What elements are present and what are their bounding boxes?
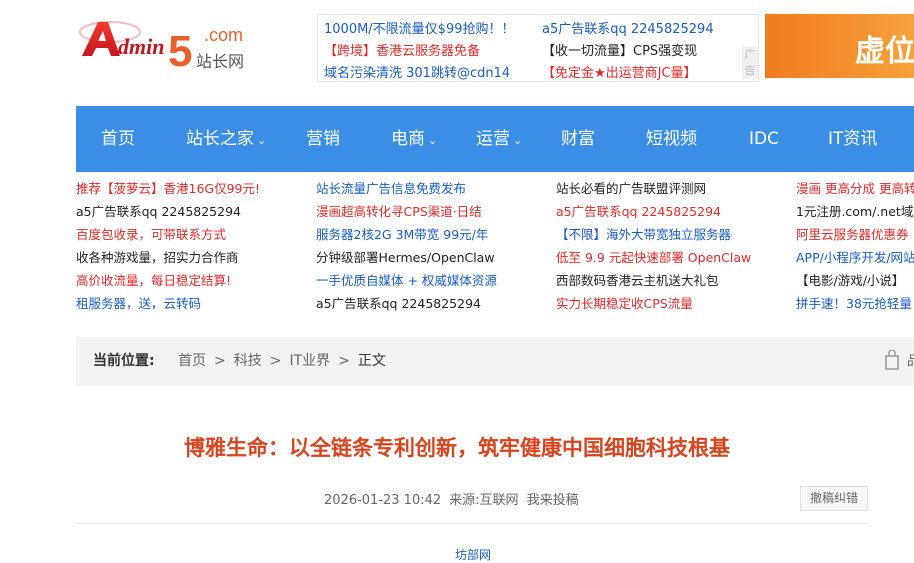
top-text-ads: 广告 1000M/不限流量仅$99抢购！！ a5广告联系qq 2245825294… [317, 14, 759, 82]
nav-item[interactable]: IT资讯 [828, 106, 877, 172]
report-button[interactable]: 撤稿纠错 [800, 486, 868, 511]
ad-link[interactable]: 低至 9.9 元起快速部署 OpenClaw [556, 249, 796, 272]
ad-link[interactable]: 漫画超高转化寻CPS渠道·日结 [316, 203, 556, 226]
banner-text: 虚位 [855, 34, 914, 69]
shopping-bag-icon[interactable] [884, 350, 900, 370]
article-title: 博雅生命：以全链条专利创新，筑牢健康中国细胞科技根基 [184, 436, 730, 460]
ad-link[interactable]: 站长必看的广告联盟评测网 [556, 180, 796, 203]
nav-item-label: 财富 [561, 129, 595, 149]
ad-link[interactable]: 高价收流量，每日稳定结算! [76, 272, 316, 295]
article-date: 2026-01-23 10:42 [324, 493, 442, 508]
ad-link[interactable]: 漫画 更高分成 更高转 [796, 180, 914, 203]
top-ad-link[interactable]: 域名污染清洗 301跳转@cdn14 [324, 62, 510, 81]
article-meta: 2026-01-23 10:42 来源:互联网 我来投稿 [324, 489, 587, 508]
ad-link[interactable]: a5广告联系qq 2245825294 [316, 295, 556, 318]
ad-link[interactable]: 阿里云服务器优惠券 [796, 226, 914, 249]
main-nav: 首页 站长之家 ⌄ 营销 电商 ⌄ 运营 ⌄ 财富 短视频 IDC IT资讯 [76, 106, 914, 172]
chevron-down-icon: ⌄ [428, 134, 438, 147]
link-column: 站长必看的广告联盟评测网 a5广告联系qq 2245825294 【不限】海外大带宽… [556, 180, 796, 318]
nav-item-label: 电商 [391, 129, 425, 149]
breadcrumb-link[interactable]: IT业界 [289, 353, 330, 369]
logo-domain: .com [204, 25, 244, 45]
nav-item[interactable]: 首页 [101, 106, 135, 172]
article-body-partial: 坊部网 [455, 548, 492, 562]
breadcrumb-separator: > [338, 353, 350, 369]
breadcrumb-path: 首页 > 科技 > IT业界 > 正文 [178, 337, 386, 386]
nav-item-label: IDC [749, 129, 779, 149]
breadcrumb-current: 正文 [357, 353, 386, 369]
logo-subtitle: 站长网 [196, 52, 245, 71]
nav-item[interactable]: 电商 ⌄ [391, 106, 437, 172]
nav-item-label: 首页 [101, 129, 135, 149]
svg-text:dmin: dmin [118, 34, 164, 59]
chevron-down-icon: ⌄ [513, 134, 523, 147]
ad-link[interactable]: 西部数码香港云主机送大礼包 [556, 272, 796, 295]
nav-item[interactable]: 站长之家 ⌄ [186, 106, 266, 172]
ad-link[interactable]: 收各种游戏量，招实力合作商 [76, 249, 316, 272]
divider [76, 523, 868, 524]
breadcrumb-separator: > [269, 353, 282, 369]
ad-link[interactable]: 站长流量广告信息免费发布 [316, 180, 556, 203]
ad-link[interactable]: 服务器2核2G 3M带宽 99元/年 [316, 226, 556, 249]
cart-label[interactable]: 品 [907, 337, 914, 386]
nav-item-label: 短视频 [646, 129, 697, 149]
nav-item[interactable]: 短视频 [646, 106, 697, 172]
top-ad-link[interactable]: 【跨境】香港云服务器免备 [324, 40, 480, 59]
article-source: 互联网 [479, 493, 519, 508]
ad-link-grid: 推荐【菠萝云】香港16G仅99元! a5广告联系qq 2245825294 百度包收… [76, 180, 914, 320]
ad-link[interactable]: 一手优质自媒体 + 权威媒体资源 [316, 272, 556, 295]
top-ad-link[interactable]: 【免定金★出运营商JC量】 [542, 62, 697, 81]
link-column: 推荐【菠萝云】香港16G仅99元! a5广告联系qq 2245825294 百度包收… [76, 180, 316, 318]
ad-link[interactable]: a5广告联系qq 2245825294 [76, 203, 316, 226]
ad-link[interactable]: APP/小程序开发/网站 [796, 249, 914, 272]
ad-link[interactable]: 【不限】海外大带宽独立服务器 [556, 226, 796, 249]
right-banner-ad[interactable]: 虚位 [765, 14, 914, 78]
nav-item-label: 营销 [306, 129, 340, 149]
top-ad-link[interactable]: 1000M/不限流量仅$99抢购！！ [324, 18, 515, 37]
nav-item-label: 站长之家 [186, 129, 254, 149]
site-logo[interactable]: dmin 5 .com 站长网 [76, 10, 256, 76]
nav-item-label: IT资讯 [828, 129, 878, 149]
nav-item[interactable]: IDC [749, 106, 779, 172]
ad-link[interactable]: 分钟级部署Hermes/OpenClaw [316, 249, 556, 272]
nav-item-label: 运营 [476, 129, 510, 149]
nav-item[interactable]: 财富 [561, 106, 595, 172]
top-ad-link[interactable]: 【收一切流量】CPS强变现 [542, 40, 697, 59]
nav-item[interactable]: 运营 ⌄ [476, 106, 522, 172]
link-column: 站长流量广告信息免费发布 漫画超高转化寻CPS渠道·日结 服务器2核2G 3M带宽 … [316, 180, 556, 318]
ad-link[interactable]: a5广告联系qq 2245825294 [556, 203, 796, 226]
nav-item[interactable]: 营销 [306, 106, 340, 172]
ad-link[interactable]: 1元注册.com/.net域名 [796, 203, 914, 226]
admin5-logo-icon: dmin 5 [79, 21, 192, 74]
source-label: 来源: [449, 493, 480, 508]
ad-tag: 广告 [742, 47, 758, 79]
breadcrumb-link[interactable]: 首页 [178, 353, 206, 369]
top-ad-link[interactable]: a5广告联系qq 2245825294 [542, 18, 714, 37]
breadcrumb: 当前位置: 首页 > 科技 > IT业界 > 正文 品 [76, 337, 914, 386]
ad-link[interactable]: 拼手速！38元抢轻量 [796, 295, 914, 318]
breadcrumb-link[interactable]: 科技 [234, 353, 262, 369]
ad-link[interactable]: 百度包收录，可带联系方式 [76, 226, 316, 249]
ad-link[interactable]: 【电影/游戏/小说】 [796, 272, 914, 295]
chevron-down-icon: ⌄ [257, 134, 267, 147]
ad-link[interactable]: 推荐【菠萝云】香港16G仅99元! [76, 180, 316, 203]
link-column: 漫画 更高分成 更高转 1元注册.com/.net域名 阿里云服务器优惠券 APP/小… [796, 180, 914, 318]
ad-link[interactable]: 租服务器，送，云转码 [76, 295, 316, 318]
contribute-link[interactable]: 我来投稿 [527, 493, 579, 508]
ad-link[interactable]: 实力长期稳定收CPS流量 [556, 295, 796, 318]
svg-text:5: 5 [168, 27, 192, 74]
breadcrumb-separator: > [214, 353, 226, 369]
breadcrumb-label: 当前位置: [93, 353, 155, 369]
